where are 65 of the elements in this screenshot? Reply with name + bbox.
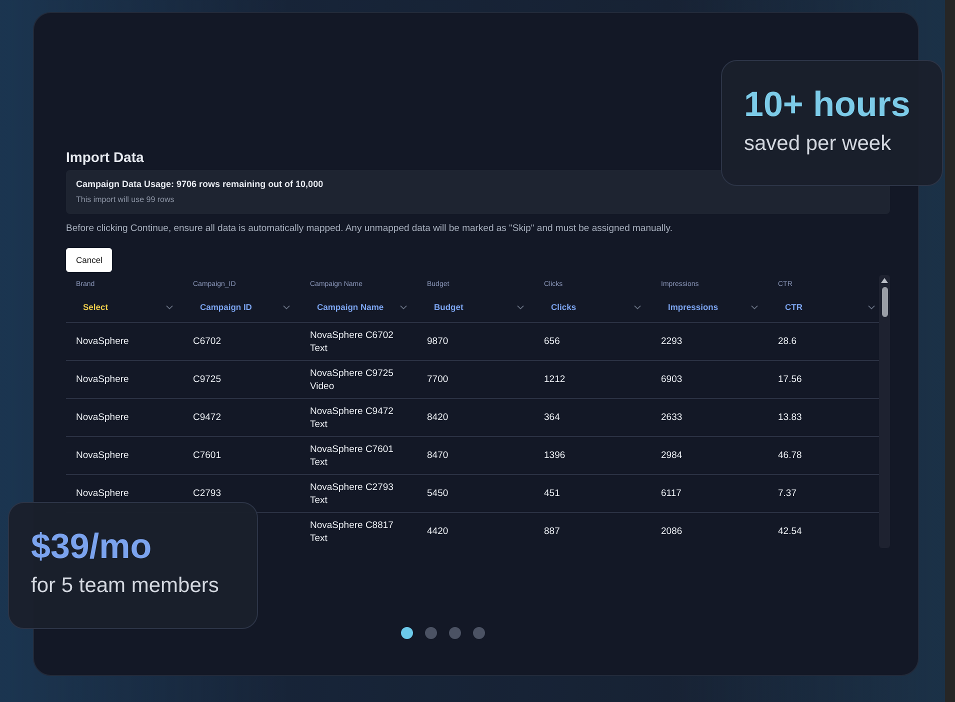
table-cell-text: NovaSphere	[75, 334, 130, 349]
table-cell-text: 46.78	[777, 448, 803, 463]
table-cell-text: NovaSphere	[75, 486, 130, 501]
stat-caption: saved per week	[744, 130, 892, 157]
table-cell-text: NovaSphere	[75, 372, 130, 387]
mapping-dropdown[interactable]: Impressions	[661, 300, 758, 314]
table-cell-text: 7.37	[777, 486, 798, 501]
table-cell-text: NovaSphere C8817 Text	[309, 518, 394, 546]
table-cell-text: 8420	[426, 410, 450, 425]
table-cell-text: NovaSphere	[75, 410, 130, 425]
usage-subtitle: This import will use 99 rows	[76, 194, 176, 206]
mapping-dropdown[interactable]: Campaign Name	[310, 300, 407, 314]
table-cell-text: 7700	[426, 372, 450, 387]
table-cell-text: 17.56	[777, 372, 803, 387]
table-cell-text: C7601	[192, 448, 222, 463]
mapping-dropdown[interactable]: CTR	[778, 300, 875, 314]
cancel-button[interactable]: Cancel	[66, 248, 112, 272]
table-cell-text: 887	[543, 524, 561, 539]
instruction-text: Before clicking Continue, ensure all data is automatically mapped. Any unmapped data will be marked as "Skip" and must be assigned manually.	[66, 222, 674, 236]
table-cell-text: 28.6	[777, 334, 798, 349]
table-cell-text: 5450	[426, 486, 450, 501]
table-cell-text: 1212	[543, 372, 566, 387]
table-cell-text: 2086	[660, 524, 684, 539]
table-cell-text: 364	[543, 410, 561, 425]
chevron-down-icon	[283, 304, 290, 310]
mapping-dropdown[interactable]: Select	[76, 300, 173, 314]
mapping-dropdown[interactable]: Budget	[427, 300, 524, 314]
table-cell-text: C9725	[192, 372, 222, 387]
table-cell-text: 8470	[426, 448, 450, 463]
table-cell-text: NovaSphere C9725 Video	[309, 366, 394, 394]
table-cell-text: NovaSphere C7601 Text	[309, 442, 394, 470]
table-cell-text: 42.54	[777, 524, 803, 539]
chevron-down-icon	[634, 304, 641, 310]
table-cell-text: 13.83	[777, 410, 803, 425]
table-cell-text: NovaSphere C2793 Text	[309, 480, 394, 508]
table-cell-text: C9472	[192, 410, 222, 425]
chevron-down-icon	[400, 304, 407, 310]
chevron-down-icon	[166, 304, 173, 310]
mapping-dropdown[interactable]: Campaign ID	[193, 300, 290, 314]
mapping-dropdown[interactable]: Clicks	[544, 300, 641, 314]
table-cell-text: 2984	[660, 448, 684, 463]
chevron-down-icon	[868, 304, 875, 310]
stat-value: $39/mo	[31, 529, 153, 566]
usage-title: Campaign Data Usage: 9706 rows remaining out of 10,000	[76, 178, 324, 191]
table-cell-text: NovaSphere	[75, 448, 130, 463]
table-cell-text: 2633	[660, 410, 684, 425]
chevron-down-icon	[751, 304, 758, 310]
table-cell-text: C6702	[192, 334, 222, 349]
chevron-down-icon	[517, 304, 524, 310]
table-cell-text: 656	[543, 334, 561, 349]
table-cell-text: 2293	[660, 334, 684, 349]
scroll-up-icon[interactable]	[881, 278, 888, 284]
table-cell-text: 6903	[660, 372, 684, 387]
table-cell-text: NovaSphere C9472 Text	[309, 404, 394, 432]
table-cell-text: 6117	[660, 486, 682, 501]
table-cell-text: C2793	[192, 486, 222, 501]
panel-title: Import Data	[66, 149, 145, 166]
table-cell-text: 451	[543, 486, 561, 501]
stat-caption: for 5 team members	[31, 572, 220, 599]
stat-value: 10+ hours	[744, 87, 912, 124]
table-cell-text: NovaSphere C6702 Text	[309, 328, 394, 356]
table-cell-text: 4420	[426, 524, 450, 539]
scrollbar-thumb[interactable]	[882, 287, 888, 318]
table-cell-text: 1396	[543, 448, 566, 463]
table-cell-text: 9870	[426, 334, 450, 349]
